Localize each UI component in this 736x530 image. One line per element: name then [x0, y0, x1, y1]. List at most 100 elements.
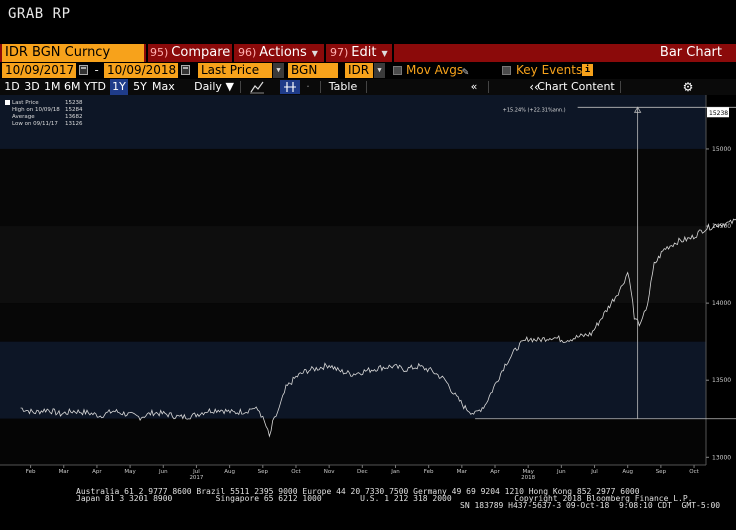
calendar-icon[interactable]: [181, 65, 190, 75]
period-button-3d[interactable]: 3D: [24, 79, 40, 95]
divider: [320, 81, 321, 93]
chart-band-0: [0, 95, 706, 149]
x-tick-label: Apr: [92, 469, 102, 475]
mov-avgs-label[interactable]: Mov Avgs: [406, 63, 463, 78]
key-events-label[interactable]: Key Events: [516, 63, 582, 78]
x-year-label: 2018: [521, 475, 535, 481]
calendar-icon[interactable]: [79, 65, 88, 75]
line-chart-icon[interactable]: [249, 80, 265, 94]
actions-label: Actions: [259, 45, 307, 60]
title-bar: GRAB RP: [0, 0, 736, 40]
x-tick-label: Mar: [457, 469, 468, 475]
source-field[interactable]: BGN: [288, 63, 338, 78]
legend-last-price-label: Last Price: [12, 100, 39, 106]
compare-button[interactable]: 95) Compare: [150, 45, 230, 61]
divider: [392, 44, 394, 62]
info-icon[interactable]: i: [582, 64, 593, 76]
legend-swatch: [5, 100, 10, 105]
frequency-label: Daily: [194, 80, 222, 93]
x-tick-label: Jun: [556, 469, 566, 475]
date-range-dash: -: [93, 63, 101, 77]
legend-high: High on 10/09/18 15284: [5, 107, 83, 114]
chart-area[interactable]: 13000 13500 14000 14500 15000 Feb Mar Apr May Jun…: [0, 95, 736, 485]
legend-last-price: Last Price 15238: [5, 100, 83, 107]
command-bar: IDR BGN Curncy 95) Compare 96) Actions ▼ 97…: [0, 44, 736, 62]
y-tick-label: 13000: [712, 454, 731, 461]
chart-band-5: [0, 418, 706, 465]
security-field[interactable]: IDR BGN Curncy: [2, 44, 144, 62]
legend-low: Low on 09/11/17 13126: [5, 121, 83, 128]
divider: [240, 81, 241, 93]
crosshair-icon[interactable]: [280, 80, 300, 94]
chart-toolbar: 1D 3D 1M 6M YTD 1Y 5Y Max Daily ▼ · Table « ‹‹ …: [0, 79, 736, 95]
start-date-field[interactable]: 10/09/2017: [2, 63, 76, 78]
chart-band-4: [0, 341, 706, 419]
period-button-1y[interactable]: 1Y: [110, 79, 128, 95]
x-tick-label: Aug: [622, 469, 633, 475]
divider: [324, 44, 326, 62]
x-tick-label: Jan: [390, 469, 400, 475]
legend-average: Average 13682: [5, 114, 83, 121]
chevron-down-icon: ▼: [311, 49, 318, 58]
chevron-down-icon: ▼: [225, 80, 234, 93]
annotation-label: +15.24% (+22.31%ann.): [503, 107, 566, 113]
period-button-5y[interactable]: 5Y: [132, 79, 148, 95]
period-button-1m[interactable]: 1M: [44, 79, 61, 95]
currency-select[interactable]: IDR: [345, 63, 373, 78]
more-tools-icon[interactable]: ·: [304, 79, 312, 95]
edit-button[interactable]: 97) Edit ▼: [330, 45, 388, 61]
edit-label: Edit: [351, 45, 377, 60]
footer-session-info: SN 183789 H437-5637-3 09-Oct-18 9:08:10 …: [460, 501, 721, 510]
chart-band-1: [0, 148, 706, 227]
x-tick-label: Mar: [59, 469, 70, 475]
y-tick-label: 15000: [712, 146, 731, 153]
end-date-field[interactable]: 10/09/2018: [104, 63, 178, 78]
legend-high-label: High on 10/09/18: [12, 107, 60, 113]
dropdown-arrow-icon[interactable]: ▼: [374, 63, 385, 78]
compare-label: Compare: [171, 45, 231, 60]
gear-icon[interactable]: ⚙: [680, 79, 696, 95]
legend-low-label: Low on 09/11/17: [12, 121, 58, 127]
footer: Australia 61 2 9777 8600 Brazil 5511 239…: [0, 486, 736, 530]
frequency-select[interactable]: Daily ▼: [192, 79, 236, 95]
actions-button[interactable]: 96) Actions ▼: [238, 45, 318, 61]
parameter-bar: 10/09/2017 - 10/09/2018 Last Price ▼ BGN…: [0, 62, 736, 79]
x-tick-label: Sep: [258, 469, 269, 475]
chevron-down-icon: ▼: [381, 49, 388, 58]
price-chart[interactable]: 1300013500140001450015000Feb Mar Apr May Jun…: [0, 95, 736, 485]
legend-average-label: Average: [12, 114, 35, 120]
table-button[interactable]: Table: [326, 79, 360, 95]
dropdown-arrow-icon[interactable]: ▼: [273, 63, 284, 78]
y-tick-label: 13500: [712, 377, 731, 384]
x-tick-label: May: [124, 469, 136, 475]
pencil-icon[interactable]: ✎: [462, 65, 469, 78]
x-tick-label: Oct: [291, 469, 301, 475]
chart-content-button[interactable]: Chart Content: [536, 79, 616, 95]
edit-number: 97): [330, 46, 349, 59]
divider: [146, 44, 148, 62]
actions-number: 96): [238, 46, 257, 59]
legend-high-value: 15284: [65, 107, 83, 113]
last-price-tag-label: 15238: [709, 110, 728, 117]
collapse-icon[interactable]: «: [466, 79, 482, 95]
legend-last-price-value: 15238: [65, 100, 83, 106]
period-button-1d[interactable]: 1D: [4, 79, 20, 95]
window-title: GRAB RP: [8, 6, 71, 22]
period-button-6m[interactable]: 6M: [64, 79, 81, 95]
key-events-checkbox[interactable]: [502, 66, 511, 75]
period-button-ytd[interactable]: YTD: [84, 79, 106, 95]
x-tick-label: Aug: [224, 469, 235, 475]
period-button-max[interactable]: Max: [152, 79, 175, 95]
x-tick-label: Jul: [590, 469, 598, 475]
x-tick-label: Oct: [689, 469, 699, 475]
divider: [366, 81, 367, 93]
x-tick-label: Jun: [158, 469, 168, 475]
y-tick-label: 14000: [712, 300, 731, 307]
chart-type-label[interactable]: Bar Chart: [660, 45, 722, 61]
price-field-select[interactable]: Last Price: [198, 63, 272, 78]
mov-avgs-checkbox[interactable]: [393, 66, 402, 75]
legend-average-value: 13682: [65, 114, 83, 120]
x-tick-label: Dec: [357, 469, 368, 475]
x-tick-label: Apr: [490, 469, 500, 475]
x-tick-label: Feb: [26, 469, 36, 475]
